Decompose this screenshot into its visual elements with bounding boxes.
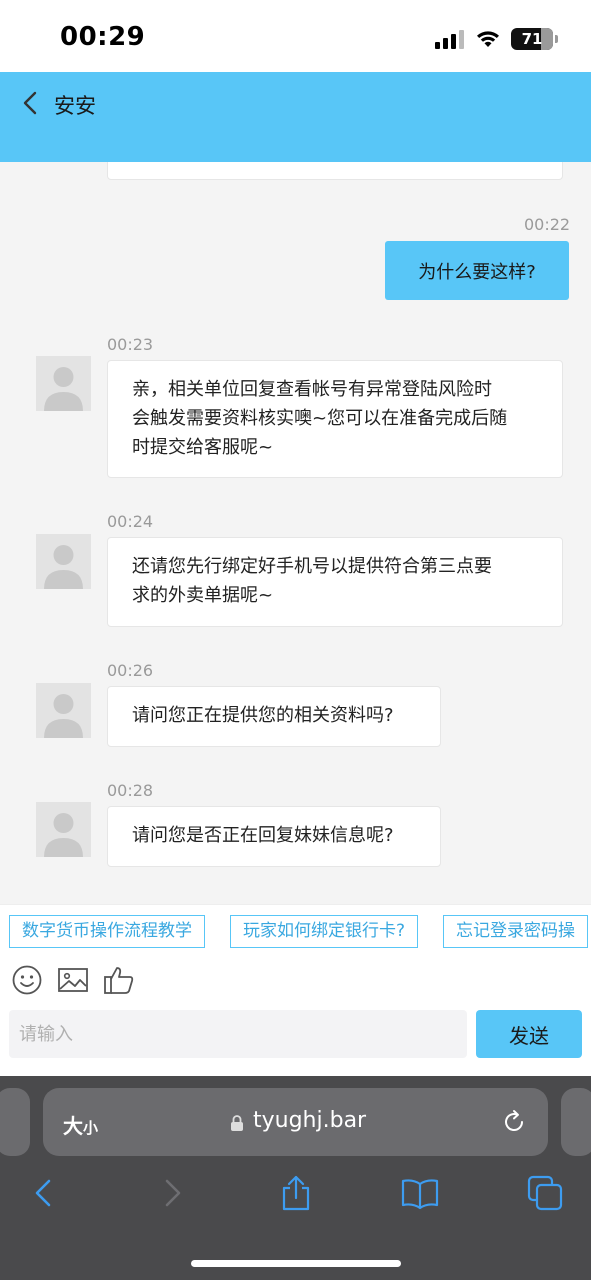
lock-icon (231, 1115, 243, 1131)
quick-reply-chip[interactable]: 数字货币操作流程教学 (9, 915, 205, 948)
send-button[interactable]: 发送 (476, 1010, 582, 1058)
message-line: 还请您先行绑定好手机号以提供符合第三点要 (132, 556, 492, 577)
message-list[interactable]: 00:22 为什么要这样? 00:23 亲，相关单位回复查看帐号有异常登陆风险时… (0, 162, 591, 904)
status-bar: 00:29 71 (0, 0, 591, 72)
avatar-placeholder-icon (44, 694, 83, 738)
previous-message-bubble (107, 162, 563, 180)
message-timestamp: 00:24 (107, 512, 154, 531)
agent-avatar (36, 802, 91, 857)
message-line: 时提交给客服呢~ (132, 437, 274, 458)
previous-tab-peek[interactable] (0, 1088, 30, 1156)
quick-reply-chip[interactable]: 玩家如何绑定银行卡? (230, 915, 419, 948)
message-line: 请问您正在提供您的相关资料吗? (132, 705, 394, 726)
back-chevron-icon[interactable] (18, 88, 44, 118)
chat-title: 安安 (54, 94, 96, 118)
message-input[interactable] (9, 1010, 467, 1058)
message-line: 求的外卖单据呢~ (132, 585, 274, 606)
chat-header: 安安 (0, 72, 591, 162)
avatar-placeholder-icon (44, 545, 83, 589)
quick-reply-chip[interactable]: 忘记登录密码操 (443, 915, 588, 948)
home-indicator (191, 1260, 401, 1267)
text-size-button[interactable]: 大小 (63, 1110, 98, 1139)
my-message-bubble: 为什么要这样? (385, 241, 569, 300)
text-size-small: 小 (83, 1119, 99, 1137)
browser-toolbar: 大小 tyughj.bar (0, 1076, 591, 1280)
safari-forward-icon[interactable] (153, 1174, 191, 1212)
tabs-icon[interactable] (526, 1174, 564, 1212)
address-bar[interactable]: 大小 tyughj.bar (43, 1088, 548, 1156)
message-line: 会触发需要资料核实噢~您可以在准备完成后随 (132, 408, 508, 429)
next-tab-peek[interactable] (561, 1088, 591, 1156)
message-line: 亲，相关单位回复查看帐号有异常登陆风险时 (132, 379, 492, 400)
message-timestamp: 00:28 (107, 781, 154, 800)
battery-icon: 71 (511, 28, 558, 50)
emoji-icon[interactable] (11, 964, 43, 996)
reload-icon[interactable] (500, 1108, 528, 1136)
status-icons: 71 (435, 26, 558, 52)
message-timestamp: 00:22 (524, 215, 571, 234)
url-text: tyughj.bar (253, 1108, 367, 1133)
share-icon[interactable] (277, 1174, 315, 1212)
safari-back-icon[interactable] (25, 1174, 63, 1212)
image-icon[interactable] (57, 964, 89, 996)
message-timestamp: 00:26 (107, 661, 154, 680)
input-row: 发送 (0, 1000, 591, 1076)
bookmarks-icon[interactable] (401, 1174, 439, 1212)
battery-level: 71 (521, 30, 543, 48)
text-size-big: 大 (63, 1114, 83, 1138)
agent-avatar (36, 356, 91, 411)
agent-message-bubble: 请问您正在提供您的相关资料吗? (107, 686, 441, 747)
status-time: 00:29 (60, 22, 146, 52)
avatar-placeholder-icon (44, 813, 83, 857)
message-timestamp: 00:23 (107, 335, 154, 354)
thumbs-up-icon[interactable] (103, 964, 135, 996)
agent-avatar (36, 683, 91, 738)
signal-icon (435, 30, 464, 49)
agent-message-bubble: 还请您先行绑定好手机号以提供符合第三点要 求的外卖单据呢~ (107, 537, 563, 627)
agent-avatar (36, 534, 91, 589)
agent-message-bubble: 请问您是否正在回复妹妹信息呢? (107, 806, 441, 867)
avatar-placeholder-icon (44, 367, 83, 411)
quick-reply-bar[interactable]: 数字货币操作流程教学 玩家如何绑定银行卡? 忘记登录密码操 (0, 904, 591, 956)
message-line: 请问您是否正在回复妹妹信息呢? (132, 825, 394, 846)
agent-message-bubble: 亲，相关单位回复查看帐号有异常登陆风险时 会触发需要资料核实噢~您可以在准备完成… (107, 360, 563, 478)
wifi-icon (477, 31, 499, 47)
